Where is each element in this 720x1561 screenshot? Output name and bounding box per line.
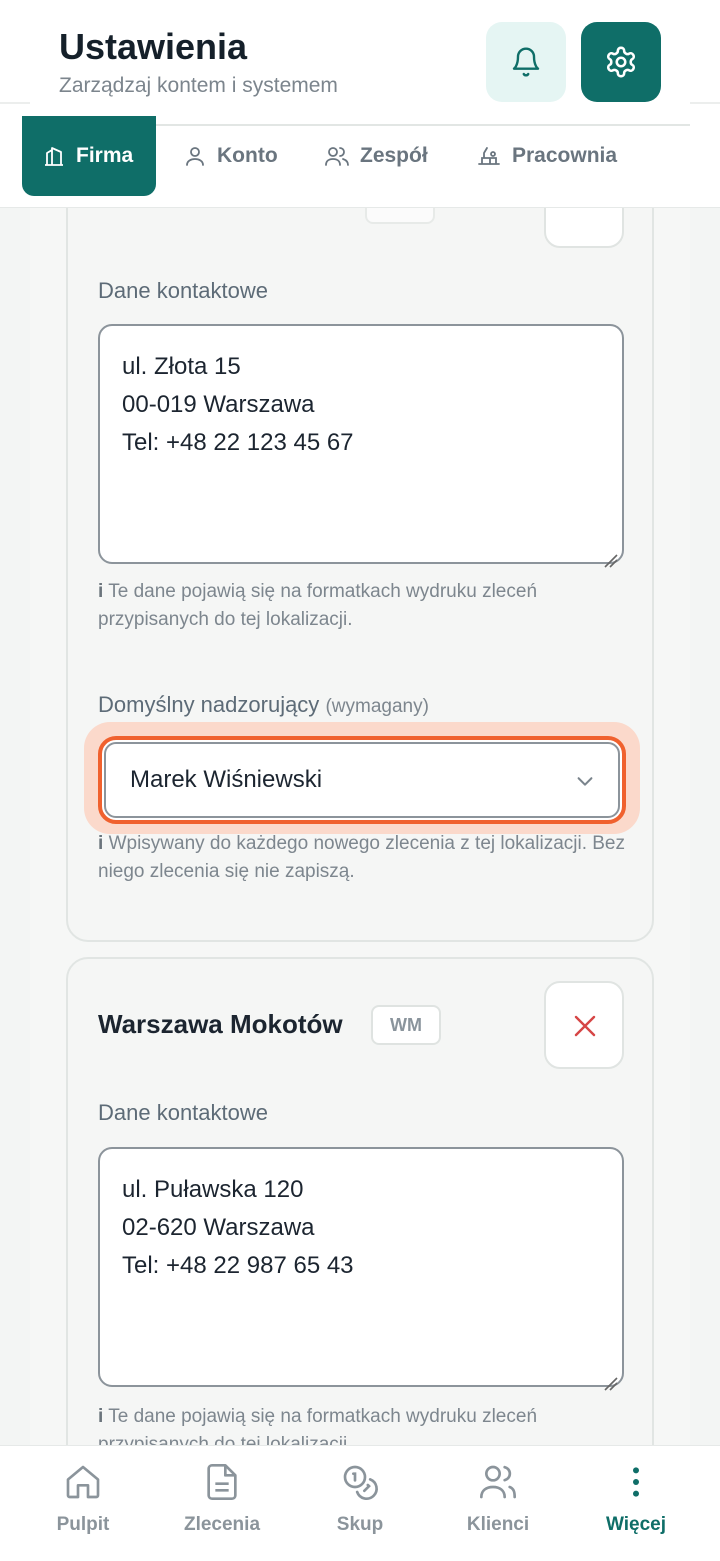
contact-line: 02-620 Warszawa xyxy=(122,1214,315,1241)
building-icon xyxy=(42,144,66,168)
contact-line: ul. Puławska 120 xyxy=(122,1176,304,1203)
resize-handle-icon[interactable] xyxy=(602,1365,618,1391)
nav-pulpit[interactable]: Pulpit xyxy=(18,1462,148,1536)
contact-label: Dane kontaktowe xyxy=(98,278,268,303)
document-icon xyxy=(202,1462,242,1502)
more-vertical-icon xyxy=(616,1462,656,1502)
contact-label: Dane kontaktowe xyxy=(98,1100,268,1125)
supervisor-value: Marek Wiśniewski xyxy=(130,766,323,793)
settings-button[interactable] xyxy=(581,22,661,102)
gear-icon xyxy=(604,45,638,79)
supervisor-select[interactable]: Marek Wiśniewski xyxy=(98,736,626,824)
user-icon xyxy=(183,144,207,168)
contact-textarea[interactable]: ul. Złota 15 00-019 Warszawa Tel: +48 22… xyxy=(98,324,624,568)
header: Ustawienia Zarządzaj kontem i systemem F… xyxy=(0,0,720,208)
nav-klienci[interactable]: Klienci xyxy=(433,1462,563,1536)
nav-zlecenia[interactable]: Zlecenia xyxy=(157,1462,287,1536)
close-icon xyxy=(573,1014,597,1038)
settings-content: Dane kontaktowe ul. Złota 15 00-019 Wars… xyxy=(0,0,720,1561)
users-icon xyxy=(324,144,350,168)
users-icon xyxy=(478,1462,518,1502)
contact-hint: i Te dane pojawią się na formatkach wydr… xyxy=(98,581,538,630)
contact-textarea[interactable]: ul. Puławska 120 02-620 Warszawa Tel: +4… xyxy=(98,1147,624,1391)
delete-location-button[interactable] xyxy=(544,981,624,1069)
page-title: Ustawienia xyxy=(59,26,248,67)
contact-line: ul. Złota 15 xyxy=(122,353,241,380)
resize-handle-icon[interactable] xyxy=(602,542,618,568)
workbench-icon xyxy=(476,144,502,168)
page-subtitle: Zarządzaj kontem i systemem xyxy=(59,74,338,97)
bell-icon xyxy=(510,46,542,78)
coins-icon xyxy=(340,1462,380,1502)
supervisor-label: Domyślny nadzorujący (wymagany) xyxy=(98,692,429,717)
location-code-badge: WM xyxy=(371,1005,441,1045)
supervisor-hint: i Wpisywany do każdego nowego zlecenia z… xyxy=(98,833,625,882)
chevron-down-icon xyxy=(574,770,596,792)
location-card: Warszawa Mokotów WM Dane kontaktowe ul. … xyxy=(66,957,654,1517)
contact-line: 00-019 Warszawa xyxy=(122,391,315,418)
tab-firma[interactable]: Firma xyxy=(22,116,156,196)
location-card: Dane kontaktowe ul. Złota 15 00-019 Wars… xyxy=(66,100,654,942)
settings-tabs: Firma Konto Zespół Pracownia xyxy=(0,116,720,208)
contact-line: Tel: +48 22 987 65 43 xyxy=(122,1252,354,1279)
notifications-button[interactable] xyxy=(486,22,566,102)
location-name: Warszawa Mokotów xyxy=(98,1009,343,1039)
nav-wiecej[interactable]: Więcej xyxy=(571,1462,701,1536)
bottom-navigation: Pulpit Zlecenia Skup Klienci Więcej xyxy=(0,1445,720,1561)
tab-zespol[interactable]: Zespół xyxy=(324,116,428,196)
nav-skup[interactable]: Skup xyxy=(295,1462,425,1536)
contact-line: Tel: +48 22 123 45 67 xyxy=(122,429,354,456)
home-icon xyxy=(63,1462,103,1502)
tab-pracownia[interactable]: Pracownia xyxy=(476,116,617,196)
tab-konto[interactable]: Konto xyxy=(183,116,278,196)
